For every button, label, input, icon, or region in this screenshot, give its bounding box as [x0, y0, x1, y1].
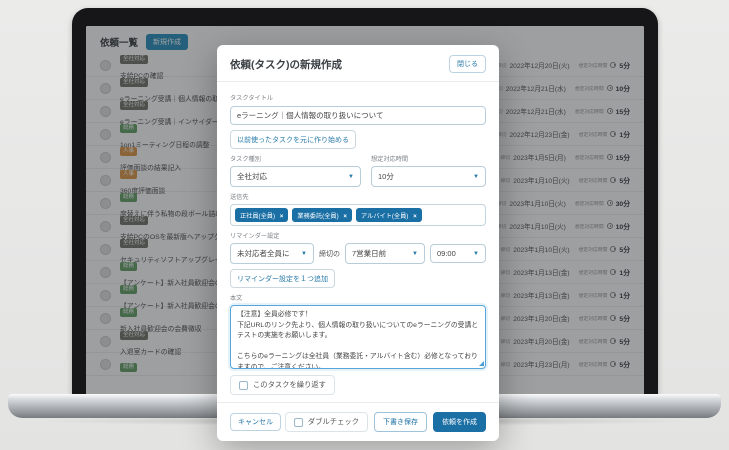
estimated-time-select[interactable]: 10分 ▼ [371, 166, 486, 187]
recipient-chip[interactable]: アルバイト(全員) × [356, 208, 422, 222]
save-draft-button[interactable]: 下書き保存 [374, 412, 427, 432]
body-textarea[interactable]: 【注意】全員必修です！ 下記URLのリンク先より、個人情報の取り扱いについてのe… [230, 305, 486, 369]
task-type-label: タスク種別 [230, 154, 361, 163]
remove-chip-icon[interactable]: × [280, 213, 284, 220]
chevron-down-icon: ▼ [412, 251, 418, 257]
chevron-down-icon: ▼ [473, 174, 479, 180]
task-title-input[interactable] [230, 106, 486, 125]
recipient-chip[interactable]: 業務委託(全員) × [292, 208, 352, 222]
checkbox-icon[interactable] [239, 381, 248, 390]
reminder-timing-select[interactable]: 7営業日前 ▼ [345, 243, 425, 264]
chevron-down-icon: ▼ [473, 251, 479, 257]
repeat-task-checkbox-row[interactable]: このタスクを繰り返す [230, 375, 335, 395]
create-task-modal: 依頼(タスク)の新規作成 閉じる タスクタイトル 以前使ったタスクを元に作り始め… [217, 45, 499, 441]
estimated-time-label: 想定対応時間 [371, 154, 486, 163]
recipients-label: 送信先 [230, 192, 486, 201]
task-title-label: タスクタイトル [230, 93, 486, 102]
recipients-field[interactable]: 正社員(全員) × 業務委託(全員) × アルバイト(全員) × [230, 204, 486, 226]
body-label: 本文 [230, 293, 486, 302]
cancel-button[interactable]: キャンセル [230, 413, 281, 431]
modal-body: タスクタイトル 以前使ったタスクを元に作り始める タスク種別 全社対応 ▼ 想定… [217, 82, 499, 402]
chevron-down-icon: ▼ [348, 174, 354, 180]
checkbox-icon[interactable] [294, 418, 303, 427]
reminder-time-select[interactable]: 09:00 ▼ [430, 244, 486, 263]
create-request-button[interactable]: 依頼を作成 [433, 412, 486, 432]
modal-header: 依頼(タスク)の新規作成 閉じる [217, 45, 499, 82]
double-check-label: ダブルチェック [308, 417, 359, 427]
double-check-checkbox-row[interactable]: ダブルチェック [285, 412, 368, 432]
modal-title: 依頼(タスク)の新規作成 [230, 57, 342, 72]
modal-footer: キャンセル ダブルチェック 下書き保存 依頼を作成 [217, 402, 499, 441]
reminder-middle-text: 締切の [319, 249, 340, 259]
add-reminder-button[interactable]: リマインダー設定を１つ追加 [230, 269, 335, 288]
recipient-chip[interactable]: 正社員(全員) × [235, 208, 288, 222]
repeat-task-label: このタスクを繰り返す [253, 380, 326, 390]
chevron-down-icon: ▼ [301, 251, 307, 257]
close-button[interactable]: 閉じる [449, 55, 486, 73]
resize-handle-icon[interactable] [479, 361, 484, 366]
remove-chip-icon[interactable]: × [343, 213, 347, 220]
start-from-template-button[interactable]: 以前使ったタスクを元に作り始める [230, 130, 356, 149]
reminder-target-select[interactable]: 未対応者全員に ▼ [230, 243, 314, 264]
remove-chip-icon[interactable]: × [413, 213, 417, 220]
reminder-label: リマインダー設定 [230, 231, 486, 240]
task-type-select[interactable]: 全社対応 ▼ [230, 166, 361, 187]
